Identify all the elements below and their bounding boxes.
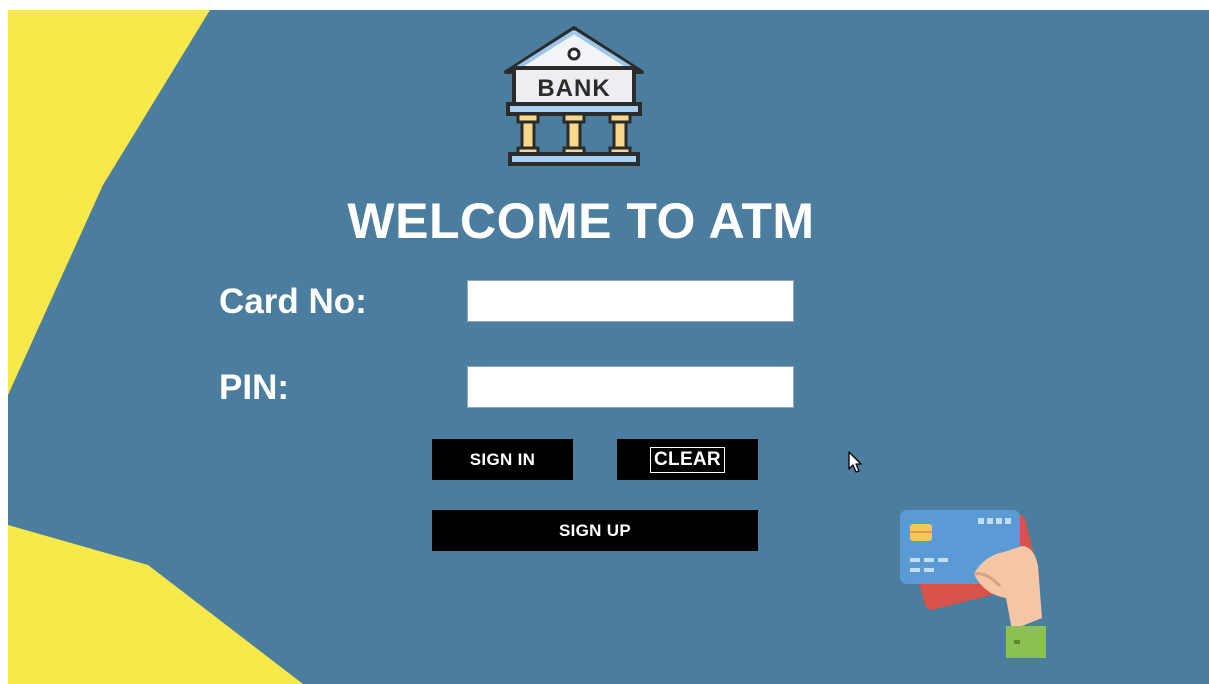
pin-label: PIN: — [219, 368, 289, 407]
page-title: WELCOME TO ATM — [347, 193, 815, 249]
clear-button-label: CLEAR — [650, 446, 725, 473]
mouse-pointer-icon — [848, 451, 862, 473]
pin-input[interactable] — [467, 366, 794, 408]
bank-logo-text: BANK — [537, 75, 610, 102]
hand-holding-credit-card-icon — [900, 510, 1046, 658]
card-number-input[interactable] — [467, 280, 794, 322]
card-number-label: Card No: — [219, 282, 367, 321]
sign-in-button[interactable]: SIGN IN — [432, 439, 573, 480]
sign-up-button[interactable]: SIGN UP — [432, 510, 758, 551]
bank-building-icon: BANK — [504, 26, 644, 166]
clear-button[interactable]: CLEAR — [617, 439, 758, 480]
atm-login-screen: BANK WELCOME TO ATM Card No: PIN: SIGN I… — [8, 10, 1209, 684]
